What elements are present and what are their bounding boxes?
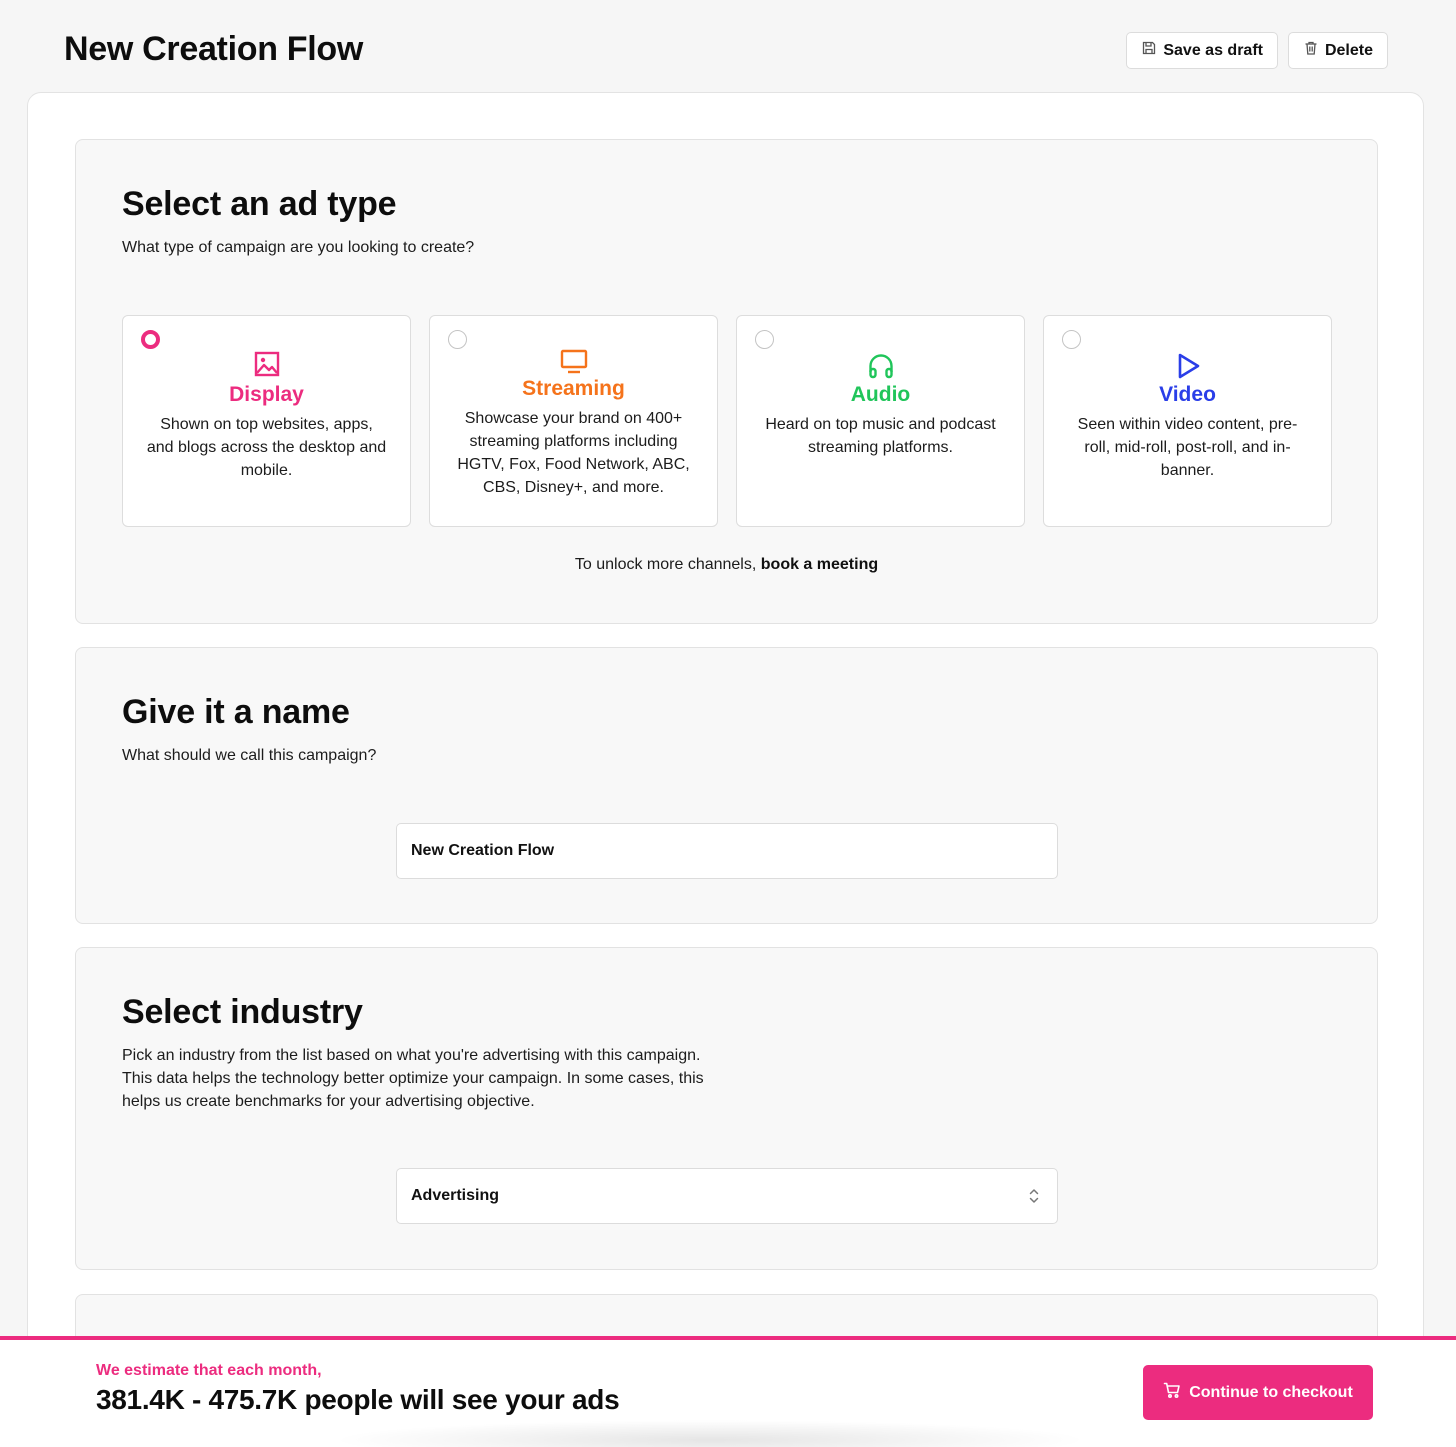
ad-type-subtitle: What type of campaign are you looking to… — [122, 239, 475, 256]
chevron-up-down-icon — [1027, 1187, 1041, 1205]
name-title: Give it a name — [122, 693, 350, 731]
display-label: Display — [229, 383, 304, 406]
streaming-radio[interactable] — [448, 330, 467, 349]
page-title: New Creation Flow — [64, 30, 364, 68]
streaming-description: Showcase your brand on 400+ streaming pl… — [457, 410, 690, 496]
ad-type-title: Select an ad type — [122, 185, 397, 223]
image-icon — [123, 350, 410, 378]
estimate-value: 381.4K - 475.7K people will see your ads — [96, 1384, 620, 1415]
video-description: Seen within video content, pre-roll, mid… — [1077, 416, 1298, 479]
industry-title: Select industry — [122, 993, 363, 1031]
industry-subtitle: Pick an industry from the list based on … — [122, 1047, 704, 1110]
ad-type-audio[interactable]: Audio Heard on top music and podcast str… — [736, 315, 1025, 527]
ad-type-section: Select an ad type What type of campaign … — [75, 139, 1378, 624]
top-bar: New Creation Flow Save as draft Delete — [28, 18, 1424, 84]
display-description: Shown on top websites, apps, and blogs a… — [146, 416, 387, 479]
ad-type-video[interactable]: Video Seen within video content, pre-rol… — [1043, 315, 1332, 527]
unlock-text: To unlock more channels, — [574, 556, 757, 573]
delete-button[interactable]: Delete — [1287, 32, 1388, 69]
name-section: Give it a name What should we call this … — [75, 647, 1378, 924]
cart-icon — [1163, 1381, 1181, 1404]
audio-radio[interactable] — [755, 330, 774, 349]
footer-shadow — [330, 1420, 1090, 1447]
campaign-name-input[interactable] — [411, 842, 1043, 860]
industry-select[interactable]: Advertising — [396, 1168, 1058, 1224]
audio-label: Audio — [850, 383, 911, 406]
ad-type-streaming[interactable]: Streaming Showcase your brand on 400+ st… — [429, 315, 718, 527]
top-actions: Save as draft Delete — [1126, 32, 1388, 69]
video-radio[interactable] — [1062, 330, 1081, 349]
unlock-channels-text: To unlock more channels, book a meeting — [76, 556, 1377, 574]
play-icon — [1044, 352, 1331, 380]
industry-selected-value: Advertising — [411, 1187, 500, 1204]
trash-icon — [1303, 40, 1319, 61]
tv-icon — [430, 348, 717, 376]
continue-checkout-button[interactable]: Continue to checkout — [1143, 1365, 1373, 1420]
campaign-name-field[interactable] — [396, 823, 1058, 879]
save-draft-button[interactable]: Save as draft — [1126, 32, 1278, 69]
video-label: Video — [1159, 383, 1216, 406]
industry-section: Select industry Pick an industry from th… — [75, 947, 1378, 1270]
delete-label: Delete — [1324, 41, 1373, 59]
main-card: Select an ad type What type of campaign … — [27, 92, 1424, 1447]
streaming-label: Streaming — [522, 377, 625, 400]
book-meeting-link[interactable]: book a meeting — [761, 556, 878, 573]
estimate-footer: We estimate that each month, 381.4K - 47… — [0, 1336, 1456, 1447]
save-icon — [1141, 40, 1157, 61]
audio-description: Heard on top music and podcast streaming… — [765, 416, 996, 456]
ad-type-display[interactable]: Display Shown on top websites, apps, and… — [122, 315, 411, 527]
estimate-label: We estimate that each month, — [96, 1362, 322, 1379]
headphones-icon — [737, 352, 1024, 380]
checkout-label: Continue to checkout — [1189, 1383, 1353, 1401]
name-subtitle: What should we call this campaign? — [122, 747, 377, 764]
display-radio[interactable] — [141, 330, 160, 349]
save-draft-label: Save as draft — [1163, 41, 1263, 59]
